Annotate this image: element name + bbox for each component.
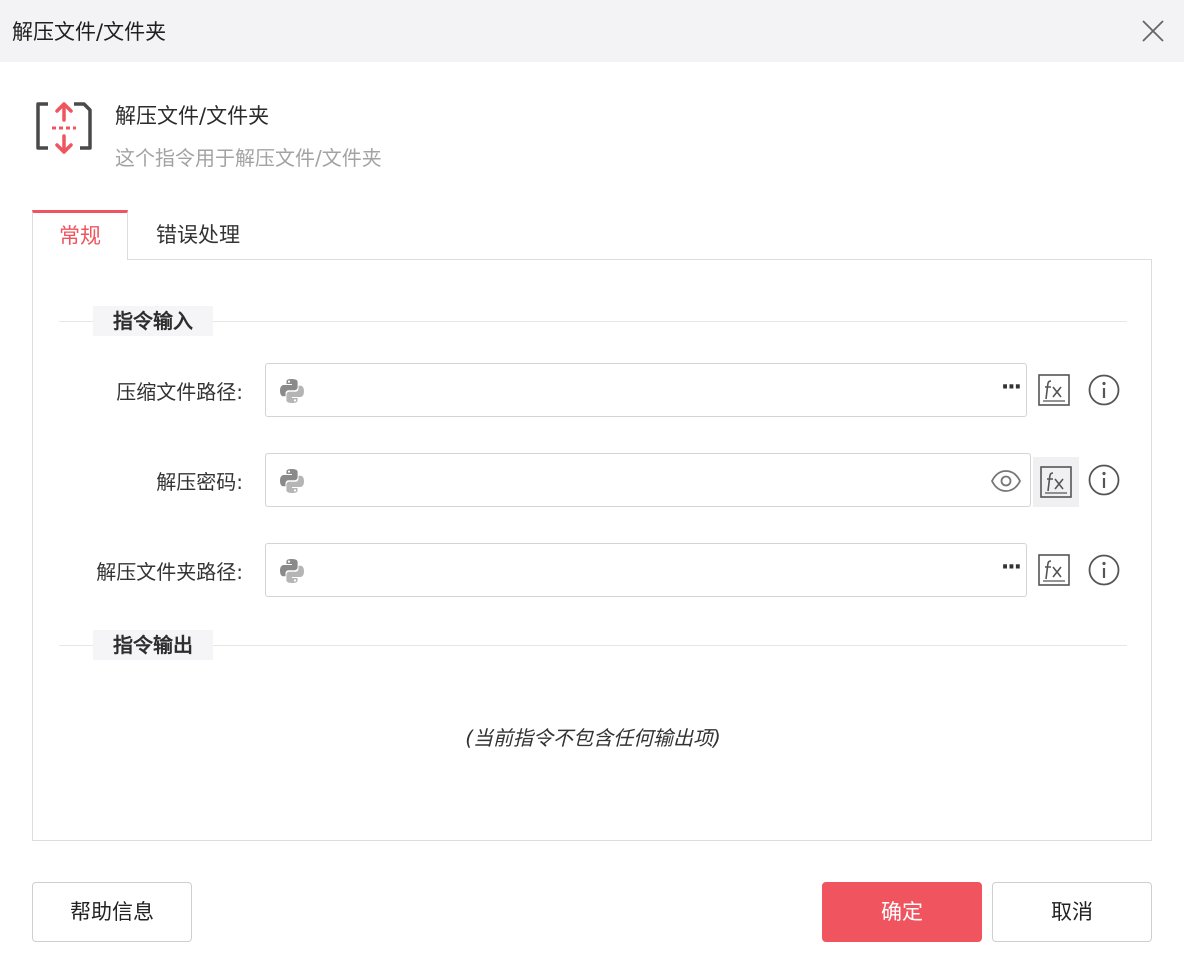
help-info-button[interactable]: 帮助信息	[32, 882, 192, 942]
info-icon[interactable]	[1087, 373, 1121, 407]
command-description: 这个指令用于解压文件/文件夹	[115, 146, 382, 170]
cancel-button[interactable]: 取消	[992, 882, 1152, 942]
extract-folder-field[interactable]: ···	[265, 543, 1027, 597]
archive-path-field[interactable]: ···	[265, 363, 1027, 417]
output-section-header: 指令输出	[59, 630, 1127, 660]
unzip-command-icon	[34, 100, 94, 156]
archive-path-label: 压缩文件路径:	[116, 380, 243, 404]
archive-path-input[interactable]	[316, 374, 956, 406]
output-section-label: 指令输出	[93, 630, 213, 660]
extract-folder-input[interactable]	[316, 554, 956, 586]
dialog-titlebar: 解压文件/文件夹	[0, 0, 1184, 62]
info-icon[interactable]	[1087, 463, 1121, 497]
password-label: 解压密码:	[156, 470, 243, 494]
fx-icon[interactable]	[1037, 373, 1071, 407]
extract-folder-label: 解压文件夹路径:	[96, 560, 243, 584]
confirm-button[interactable]: 确定	[822, 882, 982, 942]
info-icon[interactable]	[1087, 553, 1121, 587]
browse-more-button[interactable]: ···	[1001, 376, 1022, 400]
tab-panel-general: 指令输入 压缩文件路径: ··· 解压密码: 解压文件夹路径: ··· 指令输出…	[32, 259, 1152, 841]
input-section-header: 指令输入	[59, 306, 1127, 336]
command-title: 解压文件/文件夹	[115, 104, 270, 128]
python-icon	[280, 379, 304, 403]
browse-more-button[interactable]: ···	[1001, 556, 1022, 580]
fx-icon[interactable]	[1039, 465, 1073, 499]
close-icon[interactable]	[1138, 16, 1168, 46]
no-output-note: (当前指令不包含任何输出项)	[465, 726, 721, 750]
section-divider	[59, 321, 1127, 322]
tab-error-handling[interactable]: 错误处理	[132, 210, 264, 260]
section-divider	[59, 645, 1127, 646]
python-icon	[280, 559, 304, 583]
fx-icon[interactable]	[1037, 553, 1071, 587]
dialog-title: 解压文件/文件夹	[12, 20, 167, 44]
password-field[interactable]	[265, 453, 1031, 507]
eye-icon[interactable]	[990, 468, 1022, 494]
input-section-label: 指令输入	[93, 306, 213, 336]
password-input[interactable]	[316, 464, 956, 496]
tab-general[interactable]: 常规	[32, 210, 128, 260]
python-icon	[280, 469, 304, 493]
